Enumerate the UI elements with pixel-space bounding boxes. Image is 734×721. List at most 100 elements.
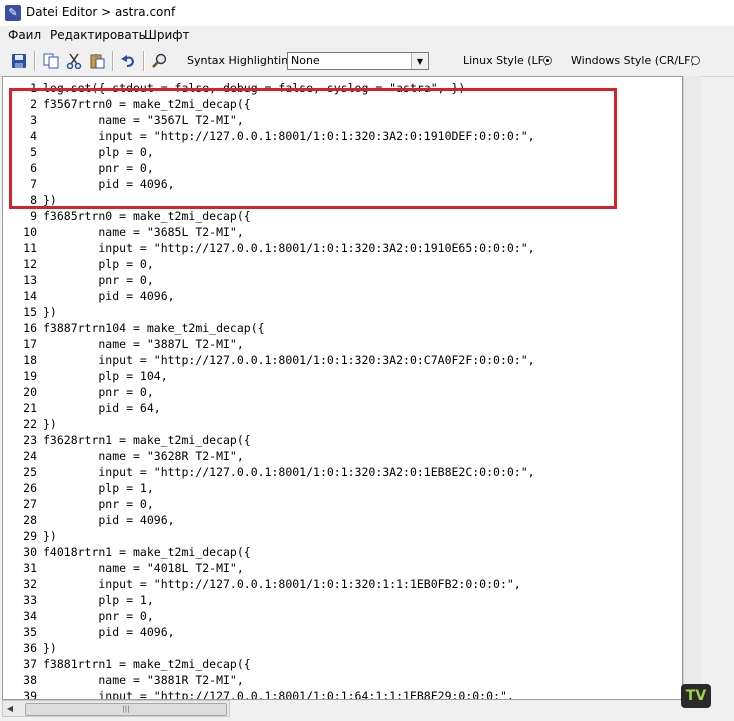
toolbar-separator (112, 51, 114, 71)
title-bar: ✎ Datei Editor > astra.conf (0, 0, 734, 27)
code-line[interactable]: 31 name = "4018L T2-MI", (3, 560, 682, 576)
copy-icon (43, 53, 59, 69)
line-number: 32 (23, 577, 37, 591)
code-line[interactable]: 29}) (3, 528, 682, 544)
code-line[interactable]: 4 input = "http://127.0.0.1:8001/1:0:1:3… (3, 128, 682, 144)
line-text: pid = 4096, (43, 625, 175, 639)
code-line[interactable]: 36}) (3, 640, 682, 656)
line-number: 15 (23, 305, 37, 319)
code-line[interactable]: 15}) (3, 304, 682, 320)
code-editor[interactable]: 1 log.set({ stdout = false, debug = false… (2, 76, 683, 700)
tv-logo: TV (681, 684, 711, 708)
line-number: 23 (23, 433, 37, 447)
line-number: 26 (23, 481, 37, 495)
line-text: name = "3685L T2-MI", (43, 225, 244, 239)
syntax-highlighting-label: Syntax Highlighting: (187, 54, 299, 67)
line-text: plp = 104, (43, 369, 168, 383)
scrollbar-thumb[interactable]: ||| (25, 703, 227, 716)
code-line[interactable]: 1 log.set({ stdout = false, debug = false… (3, 80, 682, 96)
code-line[interactable]: 13 pnr = 0, (3, 272, 682, 288)
code-line[interactable]: 26 plp = 1, (3, 480, 682, 496)
line-text: }) (43, 641, 57, 655)
code-line[interactable]: 24 name = "3628R T2-MI", (3, 448, 682, 464)
code-line[interactable]: 25 input = "http://127.0.0.1:8001/1:0:1:… (3, 464, 682, 480)
line-text: pnr = 0, (43, 609, 154, 623)
paste-button[interactable] (86, 50, 108, 72)
code-line[interactable]: 35 pid = 4096, (3, 624, 682, 640)
code-line[interactable]: 18 input = "http://127.0.0.1:8001/1:0:1:… (3, 352, 682, 368)
code-line[interactable]: 27 pnr = 0, (3, 496, 682, 512)
linux-style-radio[interactable] (543, 56, 552, 65)
code-line[interactable]: 33 plp = 1, (3, 592, 682, 608)
code-line[interactable]: 38 name = "3881R T2-MI", (3, 672, 682, 688)
line-text: f3887rtrn104 = make_t2mi_decap({ (43, 321, 265, 335)
code-line[interactable]: 14 pid = 4096, (3, 288, 682, 304)
line-number: 6 (30, 161, 37, 175)
scroll-left-icon[interactable]: ◀ (6, 704, 14, 713)
code-line[interactable]: 34 pnr = 0, (3, 608, 682, 624)
line-text: }) (43, 417, 57, 431)
syntax-highlighting-select[interactable]: None ▼ (287, 52, 429, 70)
code-line[interactable]: 32 input = "http://127.0.0.1:8001/1:0:1:… (3, 576, 682, 592)
save-button[interactable] (8, 50, 30, 72)
copy-button[interactable] (40, 50, 62, 72)
line-number: 35 (23, 625, 37, 639)
code-line[interactable]: 17 name = "3887L T2-MI", (3, 336, 682, 352)
line-number: 33 (23, 593, 37, 607)
line-number: 14 (23, 289, 37, 303)
line-number: 24 (23, 449, 37, 463)
code-line[interactable]: 8}) (3, 192, 682, 208)
code-line[interactable]: 2 f3567rtrn0 = make_t2mi_decap({ (3, 96, 682, 112)
line-text: name = "4018L T2-MI", (43, 561, 244, 575)
line-number: 20 (23, 385, 37, 399)
code-line[interactable]: 9 f3685rtrn0 = make_t2mi_decap({ (3, 208, 682, 224)
code-line[interactable]: 19 plp = 104, (3, 368, 682, 384)
menu-edit[interactable]: Редактировать (50, 28, 146, 42)
line-number: 4 (30, 129, 37, 143)
code-line[interactable]: 16 f3887rtrn104 = make_t2mi_decap({ (3, 320, 682, 336)
line-text: pnr = 0, (43, 385, 154, 399)
line-text: pid = 4096, (43, 289, 175, 303)
line-number: 7 (30, 177, 37, 191)
code-line[interactable]: 12 plp = 0, (3, 256, 682, 272)
line-number: 3 (30, 113, 37, 127)
menu-font[interactable]: Шрифт (144, 28, 190, 42)
undo-button[interactable] (117, 50, 139, 72)
code-line[interactable]: 39 input = "http://127.0.0.1:8001/1:0:1:… (3, 688, 682, 699)
code-line[interactable]: 30 f4018rtrn1 = make_t2mi_decap({ (3, 544, 682, 560)
line-text: input = "http://127.0.0.1:8001/1:0:1:320… (43, 577, 521, 591)
line-number: 38 (23, 673, 37, 687)
code-line[interactable]: 22}) (3, 416, 682, 432)
line-text: f3628rtrn1 = make_t2mi_decap({ (43, 433, 251, 447)
line-number: 9 (30, 209, 37, 223)
line-text: input = "http://127.0.0.1:8001/1:0:1:320… (43, 465, 535, 479)
code-line[interactable]: 11 input = "http://127.0.0.1:8001/1:0:1:… (3, 240, 682, 256)
search-button[interactable] (148, 50, 170, 72)
line-number: 10 (23, 225, 37, 239)
line-text: log.set({ stdout = false, debug = false,… (43, 81, 466, 95)
code-line[interactable]: 37 f3881rtrn1 = make_t2mi_decap({ (3, 656, 682, 672)
code-line[interactable]: 5 plp = 0, (3, 144, 682, 160)
code-line[interactable]: 7 pid = 4096, (3, 176, 682, 192)
code-line[interactable]: 10 name = "3685L T2-MI", (3, 224, 682, 240)
paste-icon (90, 54, 105, 69)
code-line[interactable]: 6 pnr = 0, (3, 160, 682, 176)
line-text: input = "http://127.0.0.1:8001/1:0:1:320… (43, 353, 535, 367)
toolbar-separator (143, 51, 145, 71)
code-line[interactable]: 28 pid = 4096, (3, 512, 682, 528)
vertical-scrollbar[interactable] (683, 76, 701, 700)
search-icon (152, 53, 167, 68)
horizontal-scrollbar[interactable]: ◀ ||| (2, 700, 230, 717)
code-line[interactable]: 23 f3628rtrn1 = make_t2mi_decap({ (3, 432, 682, 448)
windows-style-radio[interactable] (691, 56, 700, 65)
line-text: pid = 4096, (43, 177, 175, 191)
menu-file[interactable]: Фаил (8, 28, 41, 42)
cut-button[interactable] (63, 50, 85, 72)
line-text: plp = 1, (43, 593, 154, 607)
code-line[interactable]: 20 pnr = 0, (3, 384, 682, 400)
code-line[interactable]: 21 pid = 64, (3, 400, 682, 416)
cut-icon (66, 53, 82, 69)
line-text: plp = 0, (43, 257, 154, 271)
code-line[interactable]: 3 name = "3567L T2-MI", (3, 112, 682, 128)
line-number: 37 (23, 657, 37, 671)
